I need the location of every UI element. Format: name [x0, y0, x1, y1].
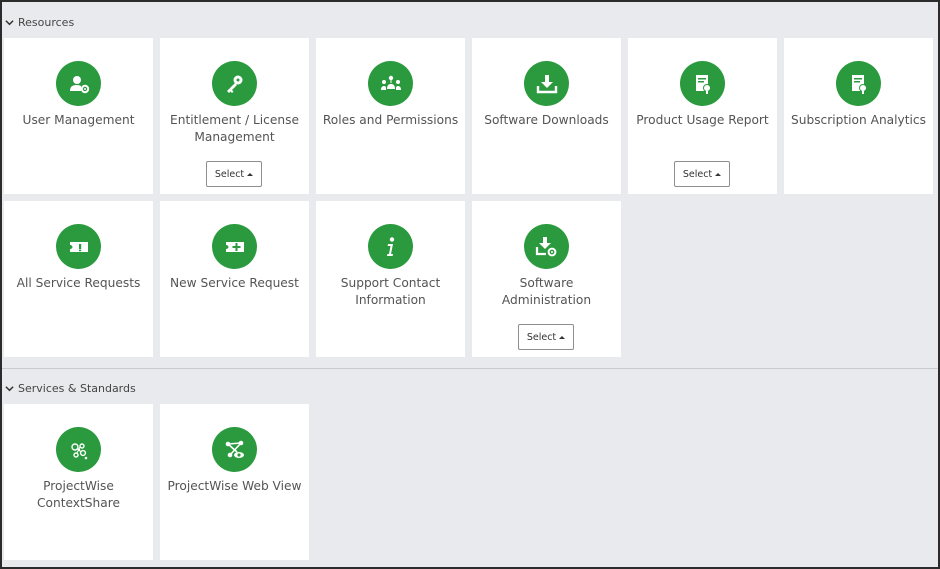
ticket-alert-icon: [56, 224, 101, 269]
section-title: Resources: [18, 15, 75, 29]
select-button[interactable]: Select: [674, 161, 730, 187]
key-gear-icon: [212, 61, 257, 106]
select-button[interactable]: Select: [206, 161, 262, 187]
ticket-add-icon: [212, 224, 257, 269]
tile-label: Roles and Permissions: [322, 113, 459, 127]
tile-product-usage-report[interactable]: Product Usage Report Select: [628, 38, 777, 194]
tile-label: All Service Requests: [16, 276, 141, 290]
tile-label: Software Administration: [501, 276, 592, 307]
tile-label: Entitlement / License Management: [170, 113, 299, 144]
select-button-label: Select: [682, 168, 713, 180]
chevron-down-icon: [5, 385, 14, 391]
tile-support-contact-information[interactable]: Support Contact Information: [316, 201, 465, 357]
tile-label: ProjectWise ContextShare: [37, 479, 120, 510]
tile-label: User Management: [22, 113, 135, 127]
tile-label: Software Downloads: [484, 113, 609, 127]
tile-projectwise-contextshare[interactable]: ProjectWise ContextShare: [4, 404, 153, 560]
chevron-down-icon: [5, 19, 14, 25]
tile-roles-and-permissions[interactable]: Roles and Permissions: [316, 38, 465, 194]
select-button-label: Select: [526, 331, 557, 343]
caret-up-icon: [715, 172, 722, 176]
tile-software-administration[interactable]: Software Administration Select: [472, 201, 621, 357]
people-network-icon: [368, 61, 413, 106]
analytics-badge-icon: [836, 61, 881, 106]
section-header-resources[interactable]: Resources: [5, 13, 74, 31]
select-button[interactable]: Select: [518, 324, 574, 350]
tile-label: ProjectWise Web View: [167, 479, 302, 493]
tile-new-service-request[interactable]: New Service Request: [160, 201, 309, 357]
tile-user-management[interactable]: User Management: [4, 38, 153, 194]
section-divider: [2, 368, 938, 369]
contextshare-icon: [56, 427, 101, 472]
user-gear-icon: [56, 61, 101, 106]
tile-label: New Service Request: [170, 276, 299, 290]
tile-software-downloads[interactable]: Software Downloads: [472, 38, 621, 194]
tile-subscription-analytics[interactable]: Subscription Analytics: [784, 38, 933, 194]
caret-up-icon: [247, 172, 254, 176]
web-view-icon: [212, 427, 257, 472]
report-badge-icon: [680, 61, 725, 106]
select-button-label: Select: [214, 168, 245, 180]
caret-up-icon: [559, 335, 566, 339]
download-gear-icon: [524, 224, 569, 269]
download-icon: [524, 61, 569, 106]
tile-label: Support Contact Information: [340, 276, 441, 307]
tile-all-service-requests[interactable]: All Service Requests: [4, 201, 153, 357]
info-icon: [368, 224, 413, 269]
tile-label: Subscription Analytics: [791, 113, 926, 127]
section-title: Services & Standards: [18, 381, 136, 395]
tile-label: Product Usage Report: [636, 113, 769, 127]
tile-projectwise-web-view[interactable]: ProjectWise Web View: [160, 404, 309, 560]
section-header-services-standards[interactable]: Services & Standards: [5, 379, 136, 397]
tile-entitlement-license-management[interactable]: Entitlement / License Management Select: [160, 38, 309, 194]
